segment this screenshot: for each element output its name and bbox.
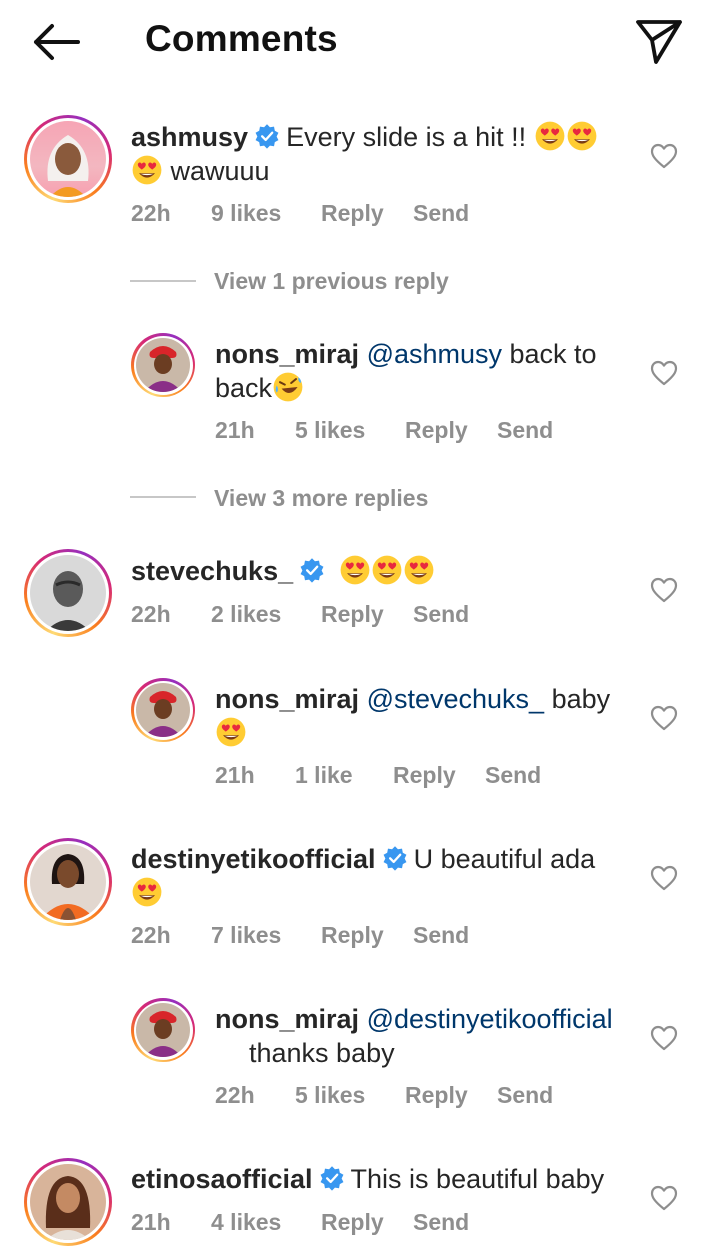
comment-username[interactable]: nons_miraj [215,339,359,369]
mention-link[interactable]: @ashmusy [367,339,502,369]
heart-eyes-emoji [566,120,598,152]
verified-icon [382,845,408,871]
heart-eyes-emoji [339,554,371,586]
reply-button[interactable]: Reply [393,762,485,789]
heart-eyes-emoji [403,554,435,586]
reply-button[interactable]: Reply [321,601,413,628]
heart-eyes-emoji [131,876,163,908]
comment-time: 22h [131,922,171,948]
divider [130,280,196,282]
view-previous-replies[interactable]: View 1 previous reply [214,268,449,295]
comment-username[interactable]: ashmusy [131,122,248,152]
likes-count[interactable]: 4 likes [211,1209,321,1236]
send-link[interactable]: Send [497,1082,553,1109]
reply-button[interactable]: Reply [321,1209,413,1236]
send-link[interactable]: Send [413,200,469,227]
rofl-emoji [272,371,304,403]
comment-text: Every slide is a hit !! [286,122,534,152]
heart-eyes-emoji [371,554,403,586]
reply-button[interactable]: Reply [405,417,497,444]
verified-icon [254,123,280,149]
reply-button[interactable]: Reply [321,200,413,227]
heart-icon[interactable] [650,577,678,603]
comment-time: 21h [215,417,255,443]
comment-username[interactable]: stevechuks_ [131,556,293,586]
comment-time: 21h [215,762,255,788]
comment-username[interactable]: nons_miraj [215,684,359,714]
avatar[interactable] [24,115,112,203]
verified-icon [299,557,325,583]
comment-text: back [215,373,273,403]
comment-text: This is beautiful baby [350,1164,605,1194]
likes-count[interactable]: 9 likes [211,200,321,227]
comment-username[interactable]: nons_miraj [215,1004,359,1034]
page-title: Comments [145,18,338,59]
comment-username[interactable]: etinosaofficial [131,1164,313,1194]
comment-text: wawuuu [163,156,270,186]
send-link[interactable]: Send [413,922,469,949]
likes-count[interactable]: 1 like [295,762,393,789]
heart-icon[interactable] [650,865,678,891]
heart-eyes-emoji [215,716,247,748]
comment-time: 22h [131,200,171,226]
likes-count[interactable]: 5 likes [295,417,405,444]
avatar[interactable] [131,333,195,397]
heart-eyes-emoji [534,120,566,152]
send-link[interactable]: Send [497,417,553,444]
comment-time: 22h [215,1082,255,1108]
comment-username[interactable]: destinyetikoofficial [131,844,376,874]
back-arrow-icon [34,24,80,60]
comment-time: 22h [131,601,171,627]
send-link[interactable]: Send [413,601,469,628]
send-button[interactable] [634,16,684,66]
divider [130,496,196,498]
back-button[interactable] [28,20,84,64]
heart-icon[interactable] [650,1025,678,1051]
reply-button[interactable]: Reply [321,922,413,949]
comment-text: back to [502,339,597,369]
avatar[interactable] [24,838,112,926]
likes-count[interactable]: 5 likes [295,1082,405,1109]
send-icon [636,20,682,64]
heart-icon[interactable] [650,1185,678,1211]
comment-text: thanks baby [249,1038,395,1068]
comment-text: baby [544,684,611,714]
likes-count[interactable]: 2 likes [211,601,321,628]
avatar[interactable] [131,998,195,1062]
heart-icon[interactable] [650,143,678,169]
heart-eyes-emoji [131,154,163,186]
likes-count[interactable]: 7 likes [211,922,321,949]
mention-link[interactable]: @destinyetikoofficial [367,1004,613,1034]
view-more-replies[interactable]: View 3 more replies [214,485,428,512]
avatar[interactable] [24,549,112,637]
avatar[interactable] [24,1158,112,1246]
avatar[interactable] [131,678,195,742]
heart-icon[interactable] [650,360,678,386]
send-link[interactable]: Send [413,1209,469,1236]
comment-time: 21h [131,1209,171,1235]
reply-button[interactable]: Reply [405,1082,497,1109]
verified-icon [319,1165,345,1191]
send-link[interactable]: Send [485,762,541,789]
heart-icon[interactable] [650,705,678,731]
mention-link[interactable]: @stevechuks_ [367,684,545,714]
comment-text: U beautiful ada [413,844,596,874]
